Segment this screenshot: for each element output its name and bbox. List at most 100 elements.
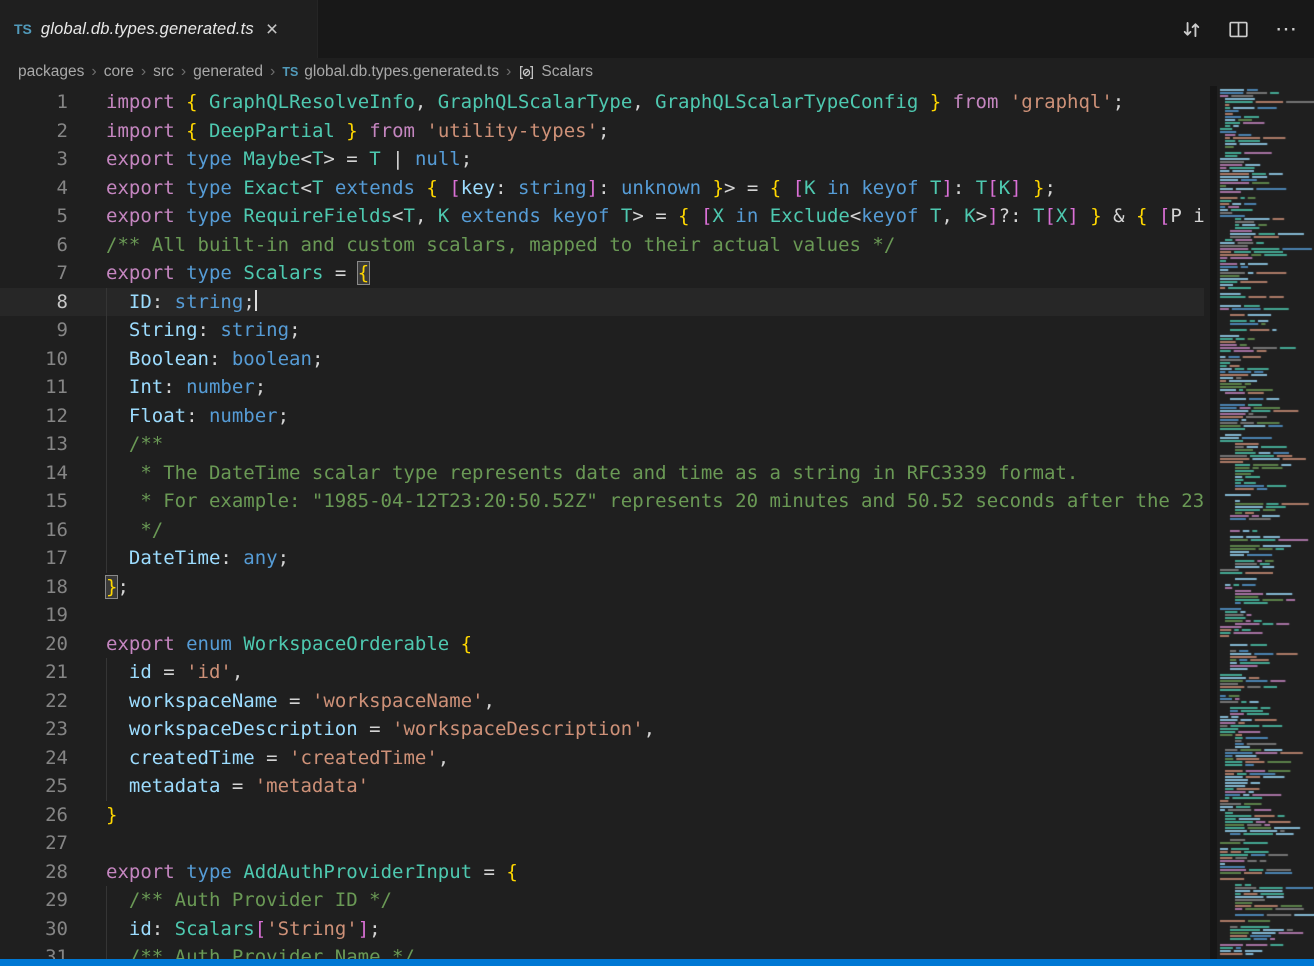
tab-bar: TS global.db.types.generated.ts × ⋯ [0,0,1314,58]
code-text: import { DeepPartial } from 'utility-typ… [68,117,609,146]
code-text: import { GraphQLResolveInfo, GraphQLScal… [68,88,1124,117]
code-text [68,829,106,858]
code-line[interactable]: 25 metadata = 'metadata' [0,772,1204,801]
code-area[interactable]: 1import { GraphQLResolveInfo, GraphQLSca… [0,88,1204,959]
code-line[interactable]: 9 String: string; [0,316,1204,345]
code-line[interactable]: 3export type Maybe<T> = T | null; [0,145,1204,174]
code-text: String: string; [68,316,301,345]
code-line[interactable]: 10 Boolean: boolean; [0,345,1204,374]
code-line[interactable]: 23 workspaceDescription = 'workspaceDesc… [0,715,1204,744]
line-number: 26 [0,801,68,830]
code-line[interactable]: 1import { GraphQLResolveInfo, GraphQLSca… [0,88,1204,117]
breadcrumb-separator: › [141,63,146,81]
line-number: 25 [0,772,68,801]
line-number: 21 [0,658,68,687]
line-number: 6 [0,231,68,260]
code-line[interactable]: 26} [0,801,1204,830]
close-tab-icon[interactable]: × [266,19,278,40]
code-text: metadata = 'metadata' [68,772,369,801]
indent-guide [106,345,107,374]
breadcrumb-item-generated[interactable]: generated [193,63,263,81]
code-text [68,601,106,630]
breadcrumb: packages › core › src › generated › TS g… [0,58,1314,86]
breadcrumb-item-src[interactable]: src [153,63,174,81]
code-line[interactable]: 8 ID: string; [0,288,1204,317]
code-line[interactable]: 24 createdTime = 'createdTime', [0,744,1204,773]
breadcrumb-label: src [153,63,174,81]
editor-pane: 1import { GraphQLResolveInfo, GraphQLSca… [0,86,1314,959]
code-text: id = 'id', [68,658,243,687]
line-number: 30 [0,915,68,944]
code-line[interactable]: 17 DateTime: any; [0,544,1204,573]
code-line[interactable]: 13 /** [0,430,1204,459]
tab-title: global.db.types.generated.ts [41,20,254,39]
line-number: 18 [0,573,68,602]
code-line[interactable]: 4export type Exact<T extends { [key: str… [0,174,1204,203]
line-number: 24 [0,744,68,773]
typescript-file-icon: TS [14,21,32,37]
code-text: /** Auth Provider ID */ [68,886,392,915]
code-text: workspaceDescription = 'workspaceDescrip… [68,715,655,744]
line-number: 4 [0,174,68,203]
line-number: 16 [0,516,68,545]
tab-global-db-types-generated[interactable]: TS global.db.types.generated.ts × [0,0,318,58]
open-changes-icon[interactable] [1181,19,1202,40]
code-text: export type Exact<T extends { [key: stri… [68,174,1056,203]
code-line[interactable]: 28export type AddAuthProviderInput = { [0,858,1204,887]
line-number: 27 [0,829,68,858]
line-number: 1 [0,88,68,117]
code-text: export type Scalars = { [68,259,369,288]
code-line[interactable]: 2import { DeepPartial } from 'utility-ty… [0,117,1204,146]
line-number: 22 [0,687,68,716]
more-actions-icon[interactable]: ⋯ [1275,18,1298,40]
text-cursor [255,290,257,311]
code-text: }; [68,573,129,602]
line-number: 9 [0,316,68,345]
code-text: workspaceName = 'workspaceName', [68,687,495,716]
indent-guide [106,487,107,516]
code-line[interactable]: 6/** All built-in and custom scalars, ma… [0,231,1204,260]
breadcrumb-item-packages[interactable]: packages [18,63,84,81]
code-text: */ [68,516,163,545]
indent-guide [106,943,107,959]
code-text: id: Scalars['String']; [68,915,381,944]
code-line[interactable]: 7export type Scalars = { [0,259,1204,288]
code-line[interactable]: 21 id = 'id', [0,658,1204,687]
line-number: 28 [0,858,68,887]
breadcrumb-item-symbol-scalars[interactable]: Scalars [518,63,593,81]
code-line[interactable]: 5export type RequireFields<T, K extends … [0,202,1204,231]
code-line[interactable]: 15 * For example: "1985-04-12T23:20:50.5… [0,487,1204,516]
code-text: } [68,801,117,830]
code-text: /** Auth Provider Name */ [68,943,415,959]
code-line[interactable]: 30 id: Scalars['String']; [0,915,1204,944]
code-line[interactable]: 29 /** Auth Provider ID */ [0,886,1204,915]
code-line[interactable]: 12 Float: number; [0,402,1204,431]
line-number: 19 [0,601,68,630]
indent-guide [106,402,107,431]
breadcrumb-separator: › [270,63,275,81]
line-number: 31 [0,943,68,959]
breadcrumb-item-file[interactable]: TS global.db.types.generated.ts [282,63,499,81]
indent-guide [106,915,107,944]
line-number: 17 [0,544,68,573]
code-text: ID: string; [68,288,257,317]
code-text: * The DateTime scalar type represents da… [68,459,1078,488]
code-line[interactable]: 14 * The DateTime scalar type represents… [0,459,1204,488]
indent-guide [106,715,107,744]
code-line[interactable]: 27 [0,829,1204,858]
minimap[interactable] [1210,86,1314,959]
line-number: 13 [0,430,68,459]
split-editor-icon[interactable] [1228,19,1249,40]
breadcrumb-item-core[interactable]: core [104,63,134,81]
code-line[interactable]: 31 /** Auth Provider Name */ [0,943,1204,959]
code-line[interactable]: 11 Int: number; [0,373,1204,402]
code-text: DateTime: any; [68,544,289,573]
code-line[interactable]: 19 [0,601,1204,630]
line-number: 3 [0,145,68,174]
code-line[interactable]: 22 workspaceName = 'workspaceName', [0,687,1204,716]
code-line[interactable]: 20export enum WorkspaceOrderable { [0,630,1204,659]
line-number: 11 [0,373,68,402]
indent-guide [106,687,107,716]
code-line[interactable]: 18}; [0,573,1204,602]
code-line[interactable]: 16 */ [0,516,1204,545]
